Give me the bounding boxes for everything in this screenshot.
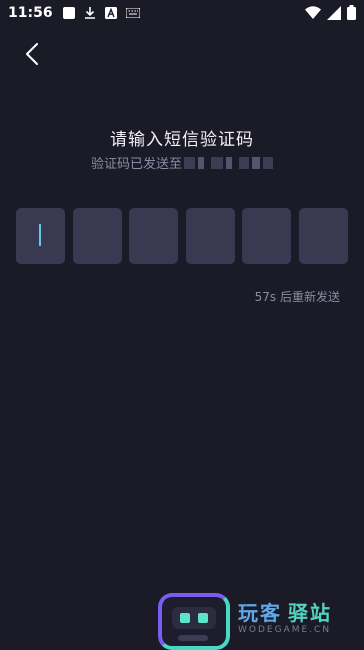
notification-square-icon <box>62 7 75 19</box>
text-caret <box>39 224 41 246</box>
verification-code-input[interactable] <box>16 208 348 264</box>
masked-phone-number <box>184 156 273 169</box>
subtitle-row: 验证码已发送至 <box>0 153 364 172</box>
keyboard-icon <box>125 8 140 18</box>
page-title: 请输入短信验证码 <box>110 130 254 150</box>
code-digit-box-3[interactable] <box>129 208 179 264</box>
code-digit-box-1[interactable] <box>16 208 65 264</box>
code-digit-box-6[interactable] <box>298 208 348 264</box>
chevron-left-icon <box>26 43 38 65</box>
app-a-icon <box>104 7 117 19</box>
watermark-title: 玩客 驿站 <box>238 601 332 625</box>
battery-icon <box>347 5 356 20</box>
code-digit-box-4[interactable] <box>185 208 235 264</box>
code-sent-label: 验证码已发送至 <box>90 157 182 172</box>
resend-countdown[interactable]: 57s 后重新发送 <box>255 288 340 305</box>
cellular-signal-icon <box>327 5 341 20</box>
download-icon <box>84 7 95 19</box>
notification-icons <box>62 7 140 19</box>
robot-logo-icon <box>158 593 230 650</box>
status-bar: 11:56 <box>0 0 364 26</box>
back-button[interactable] <box>18 40 46 68</box>
wifi-icon <box>305 5 321 19</box>
status-time: 11:56 <box>8 5 53 21</box>
watermark: 玩客 驿站 WODEGAME.CN <box>158 593 364 650</box>
watermark-subtitle: WODEGAME.CN <box>238 625 332 635</box>
code-digit-box-2[interactable] <box>72 208 122 264</box>
code-digit-box-5[interactable] <box>242 208 292 264</box>
system-icons <box>305 5 356 20</box>
